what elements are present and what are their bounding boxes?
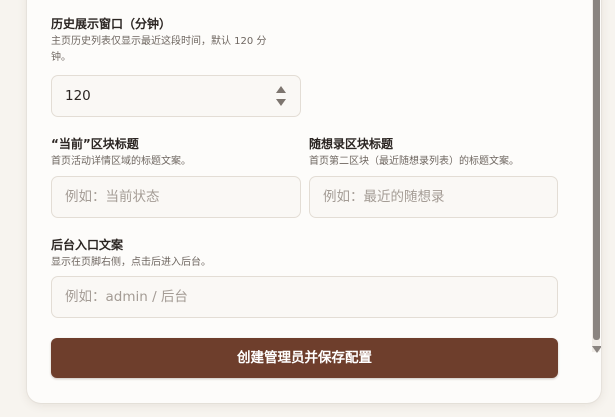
history-window-input[interactable]: 120 — [51, 75, 301, 117]
settings-card: 历史展示窗口（分钟） 主页历史列表仅显示最近这段时间，默认 120 分 钟。 1… — [27, 0, 601, 403]
notes-title-input[interactable]: 例如：最近的随想录 — [309, 176, 558, 218]
number-stepper[interactable] — [276, 86, 286, 106]
current-title-help: 首页活动详情区域的标题文案。 — [51, 156, 191, 167]
current-title-field: “当前”区块标题 首页活动详情区域的标题文案。 — [51, 136, 301, 170]
current-title-placeholder: 例如：当前状态 — [65, 189, 160, 205]
admin-entry-label: 后台入口文案 — [51, 238, 124, 252]
history-window-help-line1: 主页历史列表仅显示最近这段时间，默认 120 分 — [51, 36, 267, 47]
scrollbar-thumb[interactable] — [593, 0, 600, 340]
admin-entry-placeholder: 例如：admin / 后台 — [65, 289, 188, 305]
create-admin-save-button[interactable]: 创建管理员并保存配置 — [51, 338, 558, 378]
notes-title-help: 首页第二区块（最近随想录列表）的标题文案。 — [309, 156, 519, 167]
admin-entry-input[interactable]: 例如：admin / 后台 — [51, 276, 558, 318]
history-window-value: 120 — [65, 88, 91, 104]
current-title-label: “当前”区块标题 — [51, 137, 139, 151]
history-window-field: 历史展示窗口（分钟） 主页历史列表仅显示最近这段时间，默认 120 分 钟。 — [51, 16, 291, 66]
history-window-help-line2: 钟。 — [51, 52, 71, 63]
scroll-down-arrow-icon[interactable] — [592, 346, 601, 353]
current-title-input[interactable]: 例如：当前状态 — [51, 176, 301, 218]
admin-entry-field: 后台入口文案 显示在页脚右侧，点击后进入后台。 — [51, 237, 351, 271]
history-window-help: 主页历史列表仅显示最近这段时间，默认 120 分 钟。 — [51, 34, 291, 66]
notes-title-placeholder: 例如：最近的随想录 — [323, 189, 445, 205]
notes-title-field: 随想录区块标题 首页第二区块（最近随想录列表）的标题文案。 — [309, 136, 559, 170]
stepper-up-icon[interactable] — [276, 86, 286, 93]
history-window-label: 历史展示窗口（分钟） — [51, 17, 172, 31]
stepper-down-icon[interactable] — [276, 99, 286, 106]
notes-title-label: 随想录区块标题 — [309, 137, 394, 151]
admin-entry-help: 显示在页脚右侧，点击后进入后台。 — [51, 257, 211, 268]
